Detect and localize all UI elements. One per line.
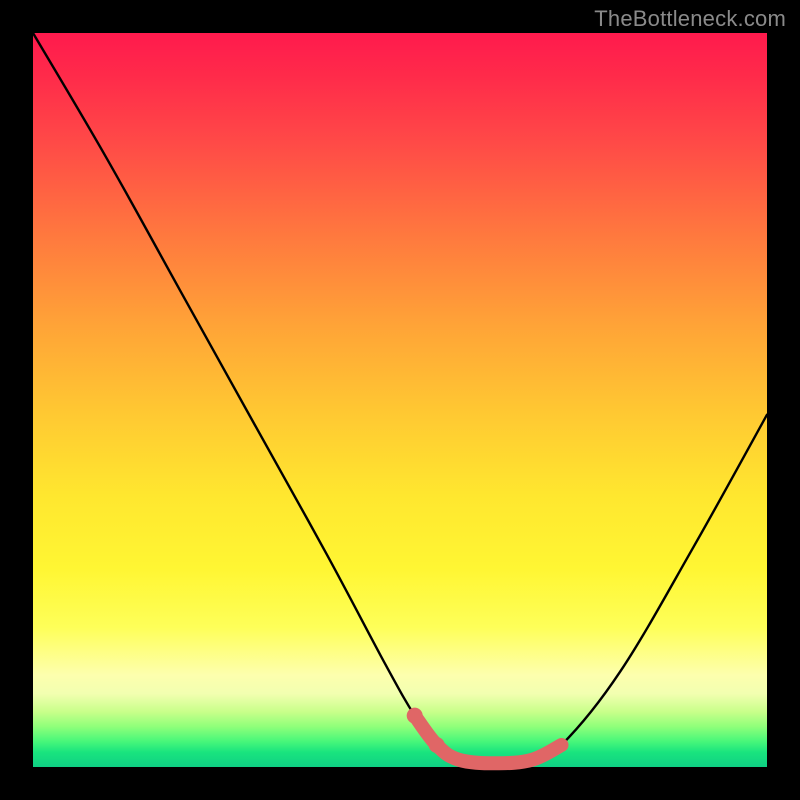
chart-frame: TheBottleneck.com xyxy=(0,0,800,800)
highlight-dot-a xyxy=(407,708,423,724)
plot-area xyxy=(33,33,767,767)
watermark-text: TheBottleneck.com xyxy=(594,6,786,32)
bottleneck-curve xyxy=(33,33,767,763)
curve-layer xyxy=(33,33,767,767)
highlight-dot-b xyxy=(429,737,445,753)
